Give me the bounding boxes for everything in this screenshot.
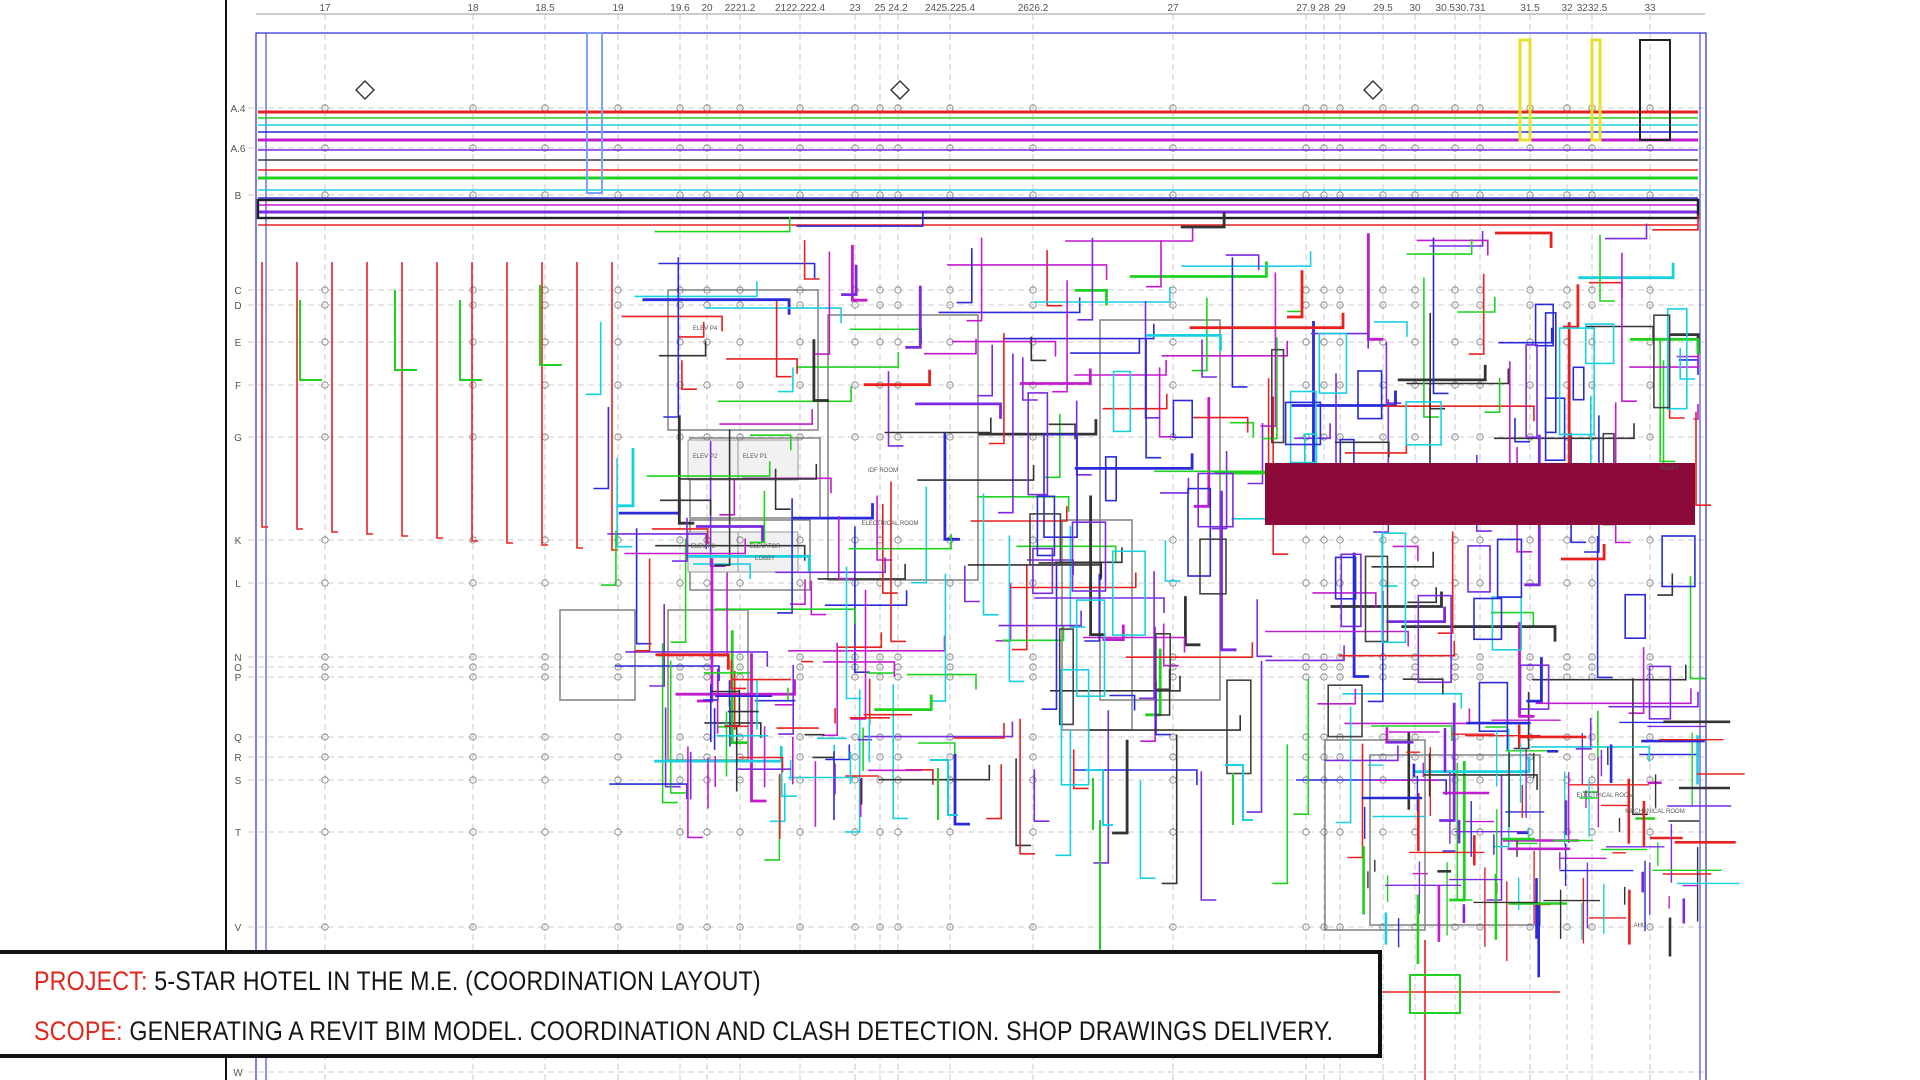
column-grid-label: 29.5 [1373, 3, 1393, 14]
row-grid-label: Q [234, 733, 242, 744]
column-grid-label: 29 [1334, 3, 1346, 14]
room-label: PLANT [1660, 466, 1680, 472]
column-grid-label: 2221.2 [725, 3, 756, 14]
column-grid-label: 27.9 [1296, 3, 1316, 14]
column-grid-label: 28 [1318, 3, 1330, 14]
room-label: ELEVATOR [749, 544, 781, 550]
column-grid-label: 24.2 [888, 3, 908, 14]
room-label: ELECTRICAL ROOM [861, 521, 918, 527]
project-text: 5-STAR HOTEL IN THE M.E. (COORDINATION L… [147, 966, 761, 996]
room-label: LOBBY [755, 556, 775, 562]
column-grid-label: 2626.2 [1018, 3, 1049, 14]
column-grid-label: 17 [319, 3, 331, 14]
room-label: ELEV P4 [693, 326, 718, 332]
project-label: PROJECT: [34, 966, 148, 996]
row-grid-label: A.4 [230, 104, 245, 115]
row-grid-label: E [235, 338, 242, 349]
room-label: IDF ROOM [868, 468, 898, 474]
row-grid-label: B [235, 191, 242, 202]
room-label: ELECTRICAL ROOM [1576, 793, 1633, 799]
row-grid-label: W [233, 1068, 243, 1079]
column-grid-label: 25 [874, 3, 886, 14]
room-label: MECHANICAL ROOM [1625, 809, 1684, 815]
column-grid-label: 19.6 [670, 3, 690, 14]
room-label: ELEV P1 [743, 454, 768, 460]
elevator-core [737, 531, 799, 573]
row-grid-label: P [235, 673, 242, 684]
column-grid-label: 30.530.7 [1436, 3, 1475, 14]
column-grid-label: 19 [612, 3, 624, 14]
coordination-drawing: 17 18 18.5 19 19.6 20 2221.2 2122.222.4 23 25 24.2… [0, 0, 1920, 1080]
column-grid-label: 20 [701, 3, 713, 14]
highlighted-section-band [1265, 463, 1695, 525]
column-grid-label: 23 [849, 3, 861, 14]
row-grid-label: G [234, 433, 242, 444]
column-grid-label: 31.5 [1520, 3, 1540, 14]
room-label: ELEV P2 [693, 454, 718, 460]
column-grid-label: 30 [1409, 3, 1421, 14]
row-grid-label: L [235, 579, 241, 590]
column-grid-label: 31 [1474, 3, 1486, 14]
row-grid-label: C [234, 286, 241, 297]
row-grid-label: V [235, 923, 242, 934]
scope-label: SCOPE: [34, 1016, 123, 1046]
row-grid-label: A.6 [230, 144, 245, 155]
column-grid-label: 3232.5 [1577, 3, 1608, 14]
scope-line: SCOPE: GENERATING A REVIT BIM MODEL. COO… [34, 1016, 1333, 1047]
column-grid-label: 27 [1167, 3, 1179, 14]
column-grid-label: 18 [467, 3, 479, 14]
column-grid-label: 33 [1644, 3, 1656, 14]
project-caption-box: PROJECT: 5-STAR HOTEL IN THE M.E. (COORD… [0, 950, 1382, 1058]
column-grid-label: 2425.225.4 [925, 3, 975, 14]
column-grid-label: 32 [1561, 3, 1573, 14]
row-grid-label: K [235, 536, 242, 547]
column-grid-label: 2122.222.4 [775, 3, 825, 14]
row-grid-label: F [235, 381, 241, 392]
project-line: PROJECT: 5-STAR HOTEL IN THE M.E. (COORD… [34, 966, 761, 997]
column-grid-label: 18.5 [535, 3, 555, 14]
room-label: ELEV P3 [691, 544, 716, 550]
row-grid-label: R [234, 753, 241, 764]
elevator-core [737, 439, 799, 481]
row-grid-label: D [234, 301, 241, 312]
row-grid-label: S [235, 776, 242, 787]
room-label: AHU [1634, 923, 1647, 929]
row-grid-label: T [235, 828, 241, 839]
scope-text: GENERATING A REVIT BIM MODEL. COORDINATI… [122, 1016, 1334, 1046]
